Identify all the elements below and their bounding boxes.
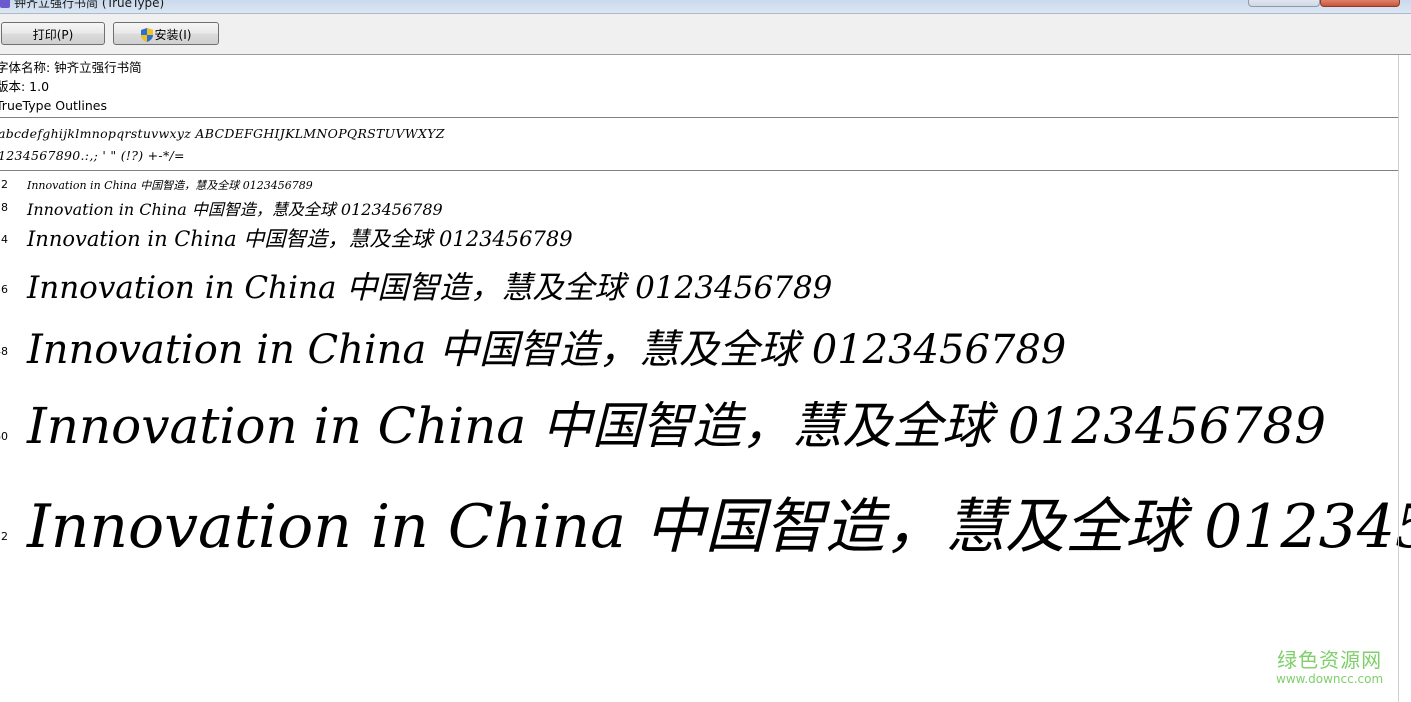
- font-viewer-app-icon: [0, 0, 10, 8]
- font-info: 字体名称: 钟齐立强行书简 版本: 1.0 TrueType Outlines: [0, 58, 142, 115]
- toolbar: 打印(P) 安装(I): [0, 14, 1411, 55]
- sample-size-label: 48: [0, 345, 8, 358]
- uac-shield-icon: [140, 28, 153, 42]
- divider: [0, 117, 1399, 118]
- charset-letters: abcdefghijklmnopqrstuvwxyz ABCDEFGHIJKLM…: [0, 126, 445, 141]
- scrollbar-edge: [1398, 55, 1399, 702]
- maximize-button[interactable]: [1248, 0, 1320, 7]
- sample-text: Innovation in China 中国智造，慧及全球 0123456789: [27, 492, 1411, 562]
- charset-digits-symbols: 1234567890.:,; ' " (!?) +-*/=: [0, 148, 185, 163]
- sample-size-label: 24: [0, 233, 8, 246]
- font-outline-type: TrueType Outlines: [0, 98, 107, 113]
- title-bar: 钟齐立强行书简 (TrueType): [0, 0, 1411, 14]
- sample-size-label: 36: [0, 283, 8, 296]
- sample-text: Innovation in China 中国智造，慧及全球 0123456789: [27, 179, 313, 192]
- window-title: 钟齐立强行书简 (TrueType): [14, 0, 165, 10]
- install-button-label: 安装(I): [154, 28, 192, 42]
- close-button[interactable]: [1320, 0, 1400, 7]
- sample-text: Innovation in China 中国智造，慧及全球 0123456789: [27, 200, 443, 219]
- watermark-url: www.downcc.com: [1276, 672, 1384, 686]
- sample-size-label: 12: [0, 178, 8, 191]
- sample-size-label: 18: [0, 201, 8, 214]
- watermark-text: 绿色资源网: [1277, 648, 1383, 672]
- sample-text: Innovation in China 中国智造，慧及全球 0123456789: [27, 270, 833, 306]
- font-preview-area: 字体名称: 钟齐立强行书简 版本: 1.0 TrueType Outlines …: [0, 55, 1411, 702]
- install-button[interactable]: 安装(I): [113, 22, 219, 45]
- font-version: 版本: 1.0: [0, 79, 50, 94]
- sample-size-label: 60: [0, 430, 8, 443]
- sample-text: Innovation in China 中国智造，慧及全球 0123456789: [27, 397, 1327, 455]
- watermark: 绿色资源网 www.downcc.com: [1276, 650, 1383, 685]
- sample-text: Innovation in China 中国智造，慧及全球 0123456789: [27, 227, 573, 251]
- sample-text: Innovation in China 中国智造，慧及全球 0123456789: [27, 327, 1067, 373]
- print-button[interactable]: 打印(P): [1, 22, 105, 45]
- sample-size-label: 72: [0, 530, 8, 543]
- font-name: 字体名称: 钟齐立强行书简: [0, 60, 142, 75]
- divider: [0, 170, 1399, 171]
